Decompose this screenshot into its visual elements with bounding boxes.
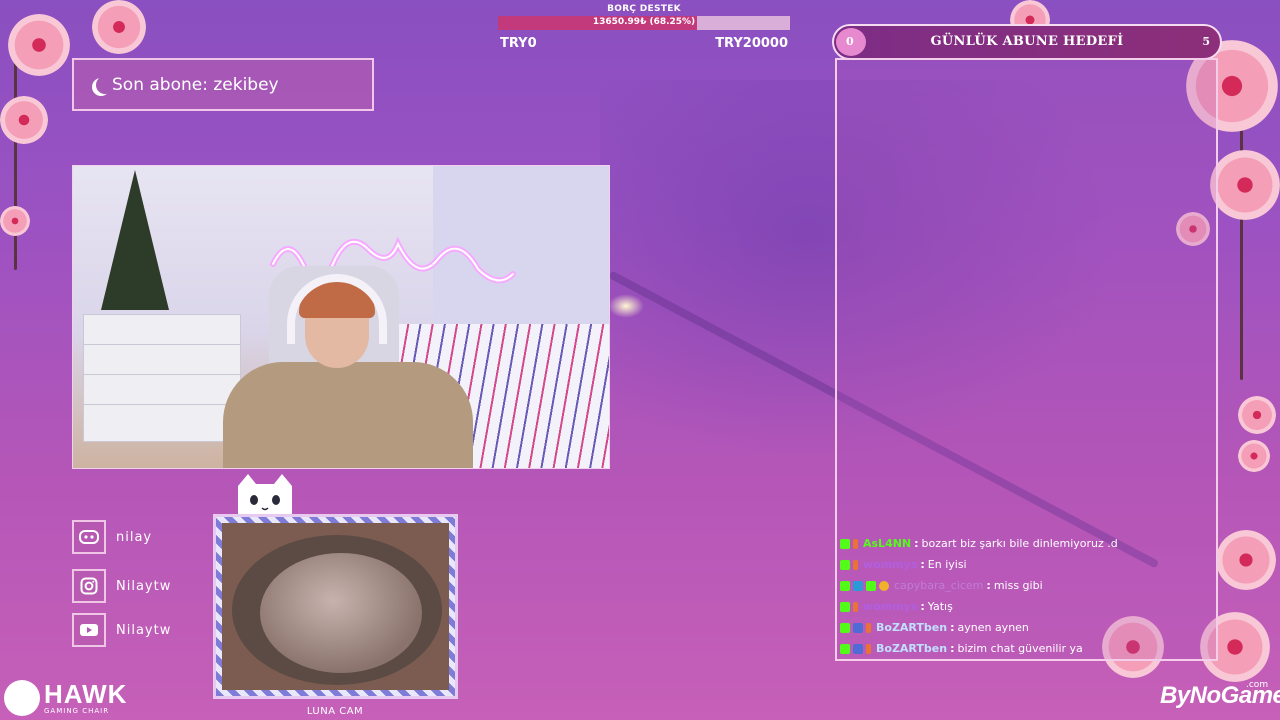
blossom-flower (1238, 440, 1270, 472)
chat-text: bozart biz şarkı bile dinlemiyoruz .d (921, 537, 1118, 550)
tier-badge-icon (853, 601, 858, 612)
chat-text: Yatış (927, 600, 953, 613)
chat-username[interactable]: BoZARTben (876, 642, 947, 655)
social-instagram[interactable]: Nilaytw (72, 569, 171, 603)
chat-username[interactable]: wommys (863, 558, 917, 571)
chat-message: capybara_cicem : miss gibi (840, 575, 1210, 596)
kick-badge-icon (840, 622, 850, 633)
chat-username[interactable]: AsL4NN (863, 537, 911, 550)
cat-camera (213, 514, 458, 699)
donation-title: BORÇ DESTEK (607, 4, 681, 14)
donation-max-label: TRY20000 (715, 36, 788, 51)
blossom-flower (1238, 396, 1276, 434)
cat-face-icon (238, 474, 292, 518)
subscriber-badge-icon (879, 580, 889, 591)
moderator-badge-icon (853, 622, 863, 633)
streamer-body (223, 362, 473, 468)
instagram-icon (72, 569, 106, 603)
chat-text: aynen aynen (957, 621, 1029, 634)
tier-badge-icon (866, 622, 871, 633)
youtube-icon (72, 613, 106, 647)
kick-badge-icon (840, 538, 850, 549)
kick-badge-icon (840, 643, 850, 654)
chat-username[interactable]: BoZARTben (876, 621, 947, 634)
social-youtube-label: Nilaytw (116, 622, 172, 638)
subscriber-goal-bar: 0 GÜNLÜK ABUNE HEDEFİ 5 (832, 24, 1222, 60)
chat-username[interactable]: capybara_cicem (894, 579, 983, 592)
subscriber-goal-target: 5 (1202, 35, 1210, 48)
donation-progress-bar: 13650.99₺ (68.25%) (498, 16, 790, 30)
chat-messages: AsL4NN : bozart biz şarkı bile dinlemiyo… (840, 533, 1210, 659)
moderator-badge-icon (853, 643, 863, 654)
social-discord[interactable]: nilay (72, 520, 152, 554)
kick-badge-icon (840, 559, 850, 570)
blossom-flower (0, 96, 48, 144)
dresser (83, 314, 241, 442)
chat-message: wommys : En iyisi (840, 554, 1210, 575)
blossom-branch (14, 60, 17, 270)
chat-text: miss gibi (993, 579, 1043, 592)
hawk-logo: HAWK GAMING CHAIR (4, 680, 127, 716)
social-youtube[interactable]: Nilaytw (72, 613, 171, 647)
christmas-tree (101, 170, 169, 310)
blossom-flower (0, 206, 30, 236)
sleeping-cat (260, 553, 422, 673)
gift-badge-icon (853, 580, 863, 591)
social-discord-label: nilay (116, 529, 153, 545)
chat-message: BoZARTben : aynen aynen (840, 617, 1210, 638)
last-subscriber-text: Son abone: zekibey (112, 74, 279, 95)
donation-goal: BORÇ DESTEK 13650.99₺ (68.25%) TRY0 TRY2… (498, 4, 790, 54)
chat-username[interactable]: wommys (863, 600, 917, 613)
chat-text: En iyisi (927, 558, 967, 571)
street-lamp-light (608, 294, 644, 318)
social-instagram-label: Nilaytw (116, 578, 172, 594)
tier-badge-icon (853, 559, 858, 570)
kick-badge-icon (840, 580, 850, 591)
blossom-flower (1210, 150, 1280, 220)
chat-message: BoZARTben : bizim chat güvenilir ya (840, 638, 1210, 659)
last-subscriber-panel: Son abone: zekibey (72, 58, 374, 111)
blossom-flower (92, 0, 146, 54)
kick-badge-icon (866, 580, 876, 591)
donation-min-label: TRY0 (500, 36, 537, 51)
tier-badge-icon (866, 643, 871, 654)
chat-message: wommys : Yatış (840, 596, 1210, 617)
discord-icon (72, 520, 106, 554)
chat-message: AsL4NN : bozart biz şarkı bile dinlemiyo… (840, 533, 1210, 554)
donation-progress-text: 13650.99₺ (68.25%) (592, 17, 696, 27)
tier-badge-icon (853, 538, 858, 549)
kick-badge-icon (840, 601, 850, 612)
bynogame-logo-suffix: .com (1246, 680, 1269, 690)
blossom-flower (8, 14, 70, 76)
subscriber-goal-title: GÜNLÜK ABUNE HEDEFİ (930, 34, 1124, 49)
blossom-flower (1216, 530, 1276, 590)
hawk-logo-text: HAWK (44, 679, 128, 709)
cat-camera-label: LUNA CAM (306, 706, 364, 717)
cat-camera-feed (222, 523, 449, 690)
hawk-logo-icon (4, 680, 40, 716)
chat-text: bizim chat güvenilir ya (957, 642, 1083, 655)
streamer-webcam (72, 165, 610, 469)
moon-icon (96, 76, 114, 94)
